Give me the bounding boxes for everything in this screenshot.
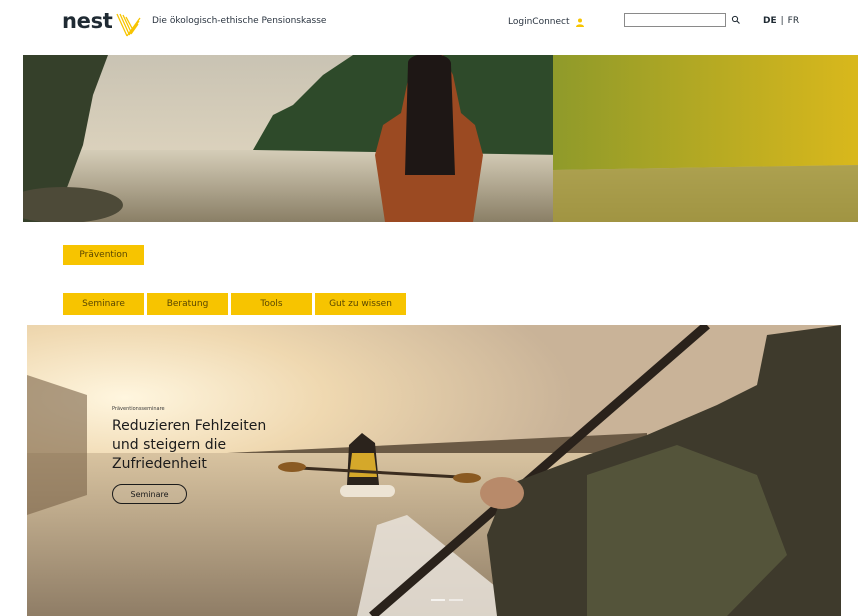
lang-fr[interactable]: FR [788,16,799,26]
language-switcher: DE | FR [763,16,799,26]
login-label: LoginConnect [508,17,570,27]
lang-de[interactable]: DE [763,16,777,26]
logo-text: nest [62,9,113,33]
seminare-cta-button[interactable]: Seminare [112,484,187,504]
nest-logo[interactable]: nest [62,8,141,42]
nav-beratung-button[interactable]: Beratung [147,293,228,315]
tagline: Die ökologisch-ethische Pensionskasse [152,16,327,26]
logo-mark-icon [115,13,141,37]
lang-separator: | [780,16,784,26]
banner-headline: Reduzieren Fehlzeiten und steigern die Z… [112,418,267,472]
nav-seminare-button[interactable]: Seminare [63,293,144,315]
search-icon[interactable] [730,14,742,26]
banner-eyebrow: Präventionsseminare [112,406,165,412]
hero-image [23,55,858,222]
prevention-nav: Seminare Beratung Tools Gut zu wissen [63,293,406,315]
nav-tools-button[interactable]: Tools [231,293,312,315]
site-header: nest Die ökologisch-ethische Pensionskas… [0,0,865,52]
user-icon [575,18,584,27]
prevention-button[interactable]: Prävention [63,245,144,265]
search-input[interactable] [624,13,726,27]
nav-gut-zu-wissen-button[interactable]: Gut zu wissen [315,293,406,315]
login-connect-link[interactable]: LoginConnect [508,17,584,27]
